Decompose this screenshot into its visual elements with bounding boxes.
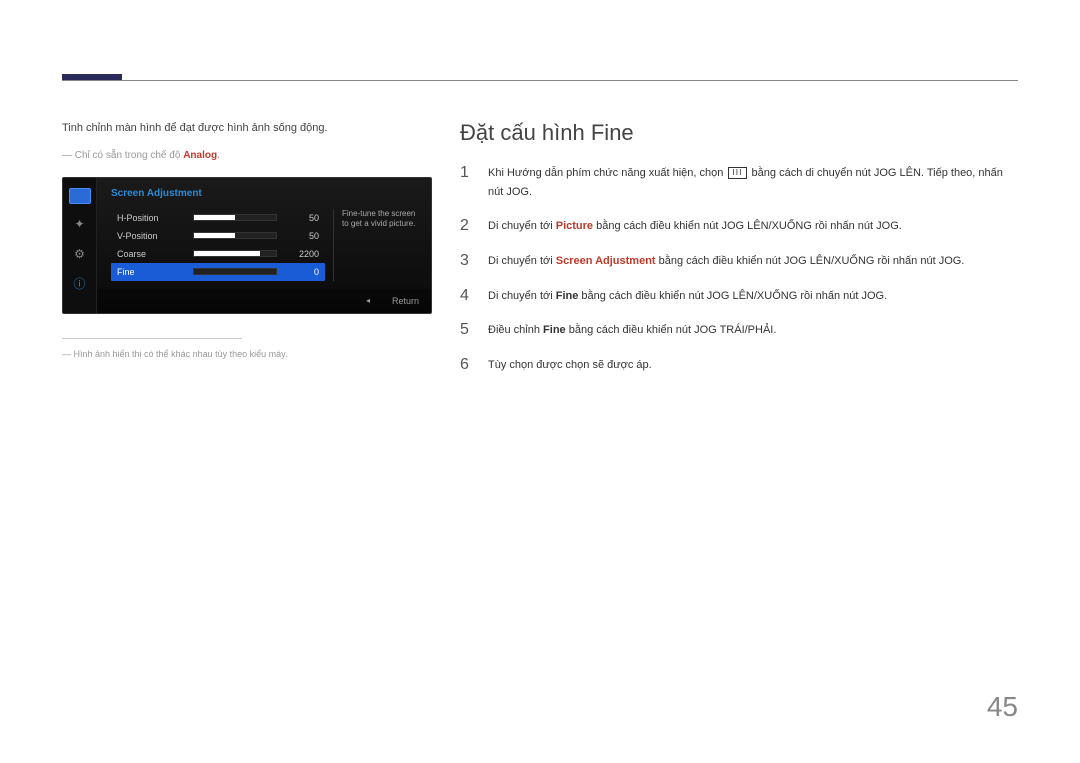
osd-panel: ✦ ⚙ ⓘ Screen Adjustment H-Position 50 V-… (62, 177, 432, 314)
note-highlight: Analog (183, 150, 217, 161)
step-text: Điều chỉnh Fine bằng cách điều khiển nút… (488, 321, 776, 340)
footnote: ― Hình ảnh hiển thị có thể khác nhau tùy… (62, 349, 432, 359)
monitor-icon[interactable] (69, 188, 91, 204)
step-2: 2 Di chuyển tới Picture bằng cách điều k… (460, 217, 1018, 236)
info-icon[interactable]: ⓘ (70, 274, 90, 294)
text-span: bằng cách điều khiển nút JOG TRÁI/PHẢI. (566, 324, 777, 336)
header-rule (62, 80, 1018, 81)
step-number: 3 (460, 252, 474, 270)
osd-slider[interactable] (193, 268, 277, 275)
footnote-separator (62, 338, 242, 339)
osd-footer: ◂ Return (97, 289, 431, 313)
osd-list: H-Position 50 V-Position 50 Coarse 2200 (111, 209, 325, 281)
highlight: Fine (556, 290, 579, 302)
osd-row-coarse[interactable]: Coarse 2200 (111, 245, 325, 263)
step-4: 4 Di chuyển tới Fine bằng cách điều khiể… (460, 287, 1018, 306)
right-column: Đặt cấu hình Fine 1 Khi Hướng dẫn phím c… (460, 120, 1018, 391)
osd-slider[interactable] (193, 232, 277, 239)
osd-row-vposition[interactable]: V-Position 50 (111, 227, 325, 245)
osd-label: Fine (117, 267, 187, 277)
step-number: 5 (460, 321, 474, 339)
osd-help-text: Fine-tune the screen to get a vivid pict… (333, 209, 423, 281)
osd-label: Coarse (117, 249, 187, 259)
step-number: 6 (460, 356, 474, 374)
menu-icon: ⅠⅠⅠ (728, 167, 746, 179)
return-label[interactable]: Return (392, 296, 419, 306)
osd-title: Screen Adjustment (111, 188, 423, 199)
availability-note: ― Chỉ có sẵn trong chế độ Analog. (62, 150, 432, 161)
osd-label: V-Position (117, 231, 187, 241)
step-text: Khi Hướng dẫn phím chức năng xuất hiện, … (488, 164, 1018, 201)
osd-main: Screen Adjustment H-Position 50 V-Positi… (97, 178, 431, 285)
osd-value: 0 (283, 267, 319, 277)
text-span: bằng cách điều khiển nút JOG LÊN/XUỐNG r… (593, 220, 902, 232)
left-column: Tinh chỉnh màn hình để đạt được hình ảnh… (62, 120, 432, 359)
osd-row-hposition[interactable]: H-Position 50 (111, 209, 325, 227)
osd-slider[interactable] (193, 214, 277, 221)
text-span: bằng cách điều khiển nút JOG LÊN/XUỐNG r… (656, 255, 965, 267)
osd-sidebar: ✦ ⚙ ⓘ (63, 178, 97, 313)
step-text: Di chuyển tới Screen Adjustment bằng các… (488, 252, 964, 271)
osd-value: 50 (283, 213, 319, 223)
text-span: Khi Hướng dẫn phím chức năng xuất hiện, … (488, 167, 726, 179)
step-5: 5 Điều chỉnh Fine bằng cách điều khiển n… (460, 321, 1018, 340)
settings-icon[interactable]: ⚙ (70, 244, 90, 264)
section-title: Đặt cấu hình Fine (460, 120, 1018, 146)
step-6: 6 Tùy chọn được chọn sẽ được áp. (460, 356, 1018, 375)
text-span: Di chuyển tới (488, 220, 556, 232)
nav-left-icon[interactable]: ◂ (366, 296, 370, 305)
step-number: 1 (460, 164, 474, 182)
note-suffix: . (217, 150, 220, 161)
highlight: Screen Adjustment (556, 255, 656, 267)
osd-row-fine[interactable]: Fine 0 (111, 263, 325, 281)
page-number: 45 (987, 691, 1018, 723)
highlight: Picture (556, 220, 593, 232)
osd-value: 50 (283, 231, 319, 241)
text-span: Điều chỉnh (488, 324, 543, 336)
osd-value: 2200 (283, 249, 319, 259)
text-span: Di chuyển tới (488, 255, 556, 267)
brightness-icon[interactable]: ✦ (70, 214, 90, 234)
note-prefix: ― Chỉ có sẵn trong chế độ (62, 150, 183, 161)
osd-label: H-Position (117, 213, 187, 223)
text-span: bằng cách điều khiển nút JOG LÊN/XUỐNG r… (578, 290, 887, 302)
text-span: Di chuyển tới (488, 290, 556, 302)
step-number: 4 (460, 287, 474, 305)
step-text: Di chuyển tới Picture bằng cách điều khi… (488, 217, 902, 236)
step-text: Di chuyển tới Fine bằng cách điều khiển … (488, 287, 887, 306)
intro-text: Tinh chỉnh màn hình để đạt được hình ảnh… (62, 120, 432, 138)
osd-slider[interactable] (193, 250, 277, 257)
highlight: Fine (543, 324, 566, 336)
step-number: 2 (460, 217, 474, 235)
step-text: Tùy chọn được chọn sẽ được áp. (488, 356, 652, 375)
step-3: 3 Di chuyển tới Screen Adjustment bằng c… (460, 252, 1018, 271)
step-1: 1 Khi Hướng dẫn phím chức năng xuất hiện… (460, 164, 1018, 201)
